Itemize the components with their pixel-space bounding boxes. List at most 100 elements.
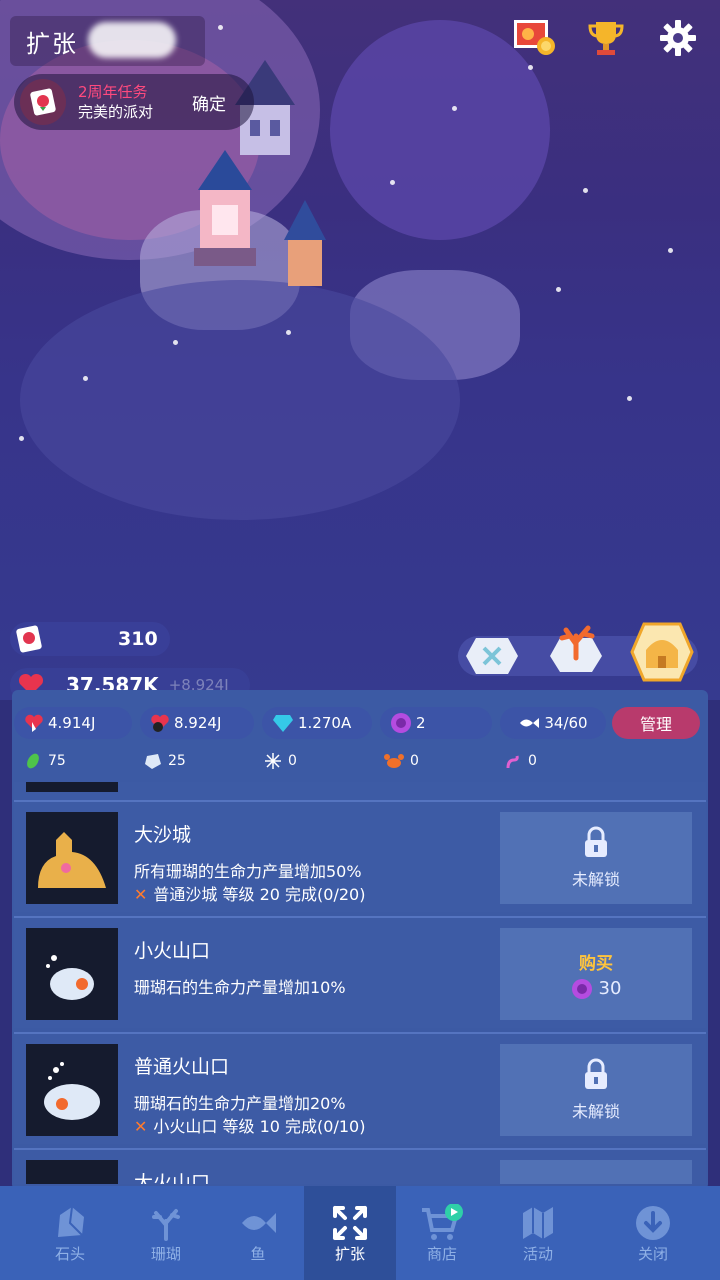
item-description: 所有珊瑚的生命力产量增加50%: [134, 862, 362, 881]
tab-fish[interactable]: 鱼: [212, 1186, 304, 1280]
locked-label: 未解锁: [571, 870, 620, 889]
coral-icon[interactable]: [548, 624, 604, 672]
buy-label: 购买: [579, 953, 613, 974]
locked-label: 未解锁: [571, 1102, 620, 1121]
pearl-count-value: 2: [416, 714, 426, 732]
locked-status: [500, 1160, 692, 1184]
crab-count-value: 0: [410, 753, 419, 769]
quest-name: 完美的派对: [78, 103, 154, 121]
large-vent-thumbnail: [26, 1160, 118, 1184]
fish-tab-icon: [238, 1203, 278, 1243]
expand-arrows-icon[interactable]: [464, 636, 520, 676]
rock-icon: [144, 752, 162, 770]
pearl-icon: [571, 978, 593, 1000]
item-name: 大火山口: [134, 1172, 211, 1184]
buy-button[interactable]: 购买 30: [500, 928, 692, 1020]
item-description: 珊瑚石的生命力产量增加20%: [134, 1094, 346, 1113]
crab-icon: [384, 752, 404, 770]
category-switch: [458, 620, 698, 690]
decoration-counts: 75 25 0 0 0: [24, 748, 704, 774]
download-circle-icon: [635, 1203, 671, 1243]
map-tab-icon: [519, 1203, 557, 1243]
urchin-count: 0: [264, 752, 384, 770]
page-title-text: 扩张: [26, 29, 78, 58]
tap-income-value: 4.914J: [48, 714, 96, 732]
worm-count: 0: [504, 752, 624, 770]
rock-tab-icon: [52, 1203, 88, 1243]
tab-coral[interactable]: 珊瑚: [120, 1186, 212, 1280]
redacted-name: [88, 22, 176, 58]
tab-shop[interactable]: 商店: [396, 1186, 488, 1280]
tab-shop-label: 商店: [426, 1244, 457, 1263]
list-item[interactable]: 大沙城 所有珊瑚的生命力产量增加50% ✕ 普通沙城 等级 20 完成(0/20)…: [14, 800, 706, 912]
sandcastle-thumbnail: [26, 812, 118, 904]
seaweed-icon: [24, 752, 42, 770]
idle-income: 8.924J: [140, 707, 254, 739]
gear-icon[interactable]: [656, 16, 700, 60]
tap-income: 4.914J: [14, 707, 132, 739]
tab-close[interactable]: 关闭: [588, 1186, 718, 1280]
list-item[interactable]: [14, 782, 706, 800]
tab-events-label: 活动: [522, 1244, 553, 1263]
quest-confirm-button[interactable]: 确定: [192, 90, 226, 115]
tap-heart-icon: [24, 713, 44, 733]
photo-medal-icon[interactable]: [512, 16, 556, 60]
card-counter: 310: [10, 622, 170, 656]
item-description: 珊瑚石的生命力产量增加10%: [134, 978, 346, 997]
tab-coral-label: 珊瑚: [150, 1244, 181, 1263]
diamond-icon: [272, 713, 294, 733]
cart-tab-icon: [420, 1203, 464, 1243]
sandcastle-icon[interactable]: [630, 620, 694, 684]
pearl-count: 2: [380, 707, 492, 739]
small-tower[interactable]: [280, 200, 330, 294]
gem-count: 1.270A: [262, 707, 372, 739]
lighthouse-tower[interactable]: [190, 150, 260, 274]
tab-expand-label: 扩张: [334, 1244, 365, 1263]
plant-count-value: 75: [48, 753, 66, 769]
list-item[interactable]: 普通火山口 珊瑚石的生命力产量增加20% ✕ 小火山口 等级 10 完成(0/10…: [14, 1032, 706, 1144]
quest-tag: 2周年任务: [78, 83, 148, 101]
pearl-icon: [390, 712, 412, 734]
gem-count-value: 1.270A: [298, 714, 352, 732]
tab-expand[interactable]: 扩张: [304, 1186, 396, 1280]
tab-events[interactable]: 活动: [488, 1186, 588, 1280]
worm-count-value: 0: [528, 753, 537, 769]
list-item[interactable]: 大火山口: [14, 1148, 706, 1184]
cross-icon: ✕: [134, 885, 148, 904]
quest-banner[interactable]: 2周年任务 完美的派对 确定: [14, 74, 254, 130]
item-name: 小火山口: [134, 940, 211, 962]
resource-row: 4.914J 8.924J 1.270A 2 34/60: [14, 705, 706, 741]
lock-icon: [583, 1058, 609, 1094]
normal-vent-thumbnail: [26, 1044, 118, 1136]
tab-rock-label: 石头: [54, 1244, 85, 1263]
expansion-list[interactable]: 大沙城 所有珊瑚的生命力产量增加50% ✕ 普通沙城 等级 20 完成(0/20)…: [14, 782, 706, 1184]
tab-fish-label: 鱼: [250, 1244, 266, 1263]
lock-icon: [583, 826, 609, 862]
fish-capacity: 34/60: [500, 707, 606, 739]
top-hud: 扩张 2周年任务 完美的派对 确定: [0, 0, 720, 140]
list-item[interactable]: 小火山口 珊瑚石的生命力产量增加10% 购买 30: [14, 916, 706, 1028]
locked-status: 未解锁: [500, 1044, 692, 1136]
idle-heart-icon: [150, 713, 170, 733]
card-icon: [12, 622, 46, 656]
crab-count: 0: [384, 752, 504, 770]
rose-card-icon: [20, 79, 66, 125]
tab-rock[interactable]: 石头: [20, 1186, 120, 1280]
manage-button[interactable]: 管理: [612, 707, 700, 739]
item-thumbnail: [26, 782, 118, 792]
small-vent-thumbnail: [26, 928, 118, 1020]
tab-close-label: 关闭: [637, 1244, 668, 1263]
item-name: 普通火山口: [134, 1056, 230, 1078]
fish-icon: [518, 716, 540, 730]
urchin-icon: [264, 752, 282, 770]
buy-price: 30: [598, 978, 622, 999]
item-requirement: 小火山口 等级 10 完成(0/10): [153, 1117, 366, 1136]
trophy-icon[interactable]: [584, 16, 628, 60]
card-count: 310: [118, 628, 158, 650]
locked-status: 未解锁: [500, 812, 692, 904]
idle-income-value: 8.924J: [174, 714, 222, 732]
urchin-count-value: 0: [288, 753, 297, 769]
rock-count: 25: [144, 752, 264, 770]
worm-icon: [504, 752, 522, 770]
item-name: 大沙城: [134, 824, 192, 846]
